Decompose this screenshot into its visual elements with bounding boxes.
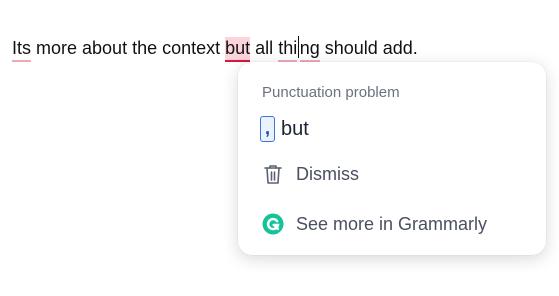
flagged-word-but[interactable]: but (225, 37, 251, 62)
text-segment: all (250, 38, 279, 58)
text-segment: more about the context (31, 38, 226, 58)
insert-comma-marker: , (260, 116, 275, 142)
flagged-word-thing-part-1[interactable]: thi (278, 37, 298, 62)
document-canvas: Its more about the context but all thi ng… (0, 0, 559, 296)
flagged-word-thing-part-2[interactable]: ng (299, 37, 320, 62)
editor-text-line[interactable]: Its more about the context but all thi ng… (12, 36, 418, 62)
dismiss-button[interactable]: Dismiss (262, 163, 359, 185)
see-more-label: See more in Grammarly (296, 213, 488, 234)
suggestion-word: but (281, 117, 309, 140)
see-more-in-grammarly-button[interactable]: See more in Grammarly (262, 213, 487, 235)
flagged-word-its[interactable]: Its (12, 37, 32, 62)
text-segment: should add. (319, 38, 418, 58)
trash-icon (262, 163, 284, 185)
grammarly-suggestion-card: Punctuation problem , but Dismiss See mo… (238, 62, 546, 255)
dismiss-label: Dismiss (296, 163, 359, 184)
grammarly-logo-icon (262, 213, 284, 235)
accept-suggestion-button[interactable]: , but (260, 115, 309, 143)
issue-category: Punctuation problem (262, 84, 400, 101)
